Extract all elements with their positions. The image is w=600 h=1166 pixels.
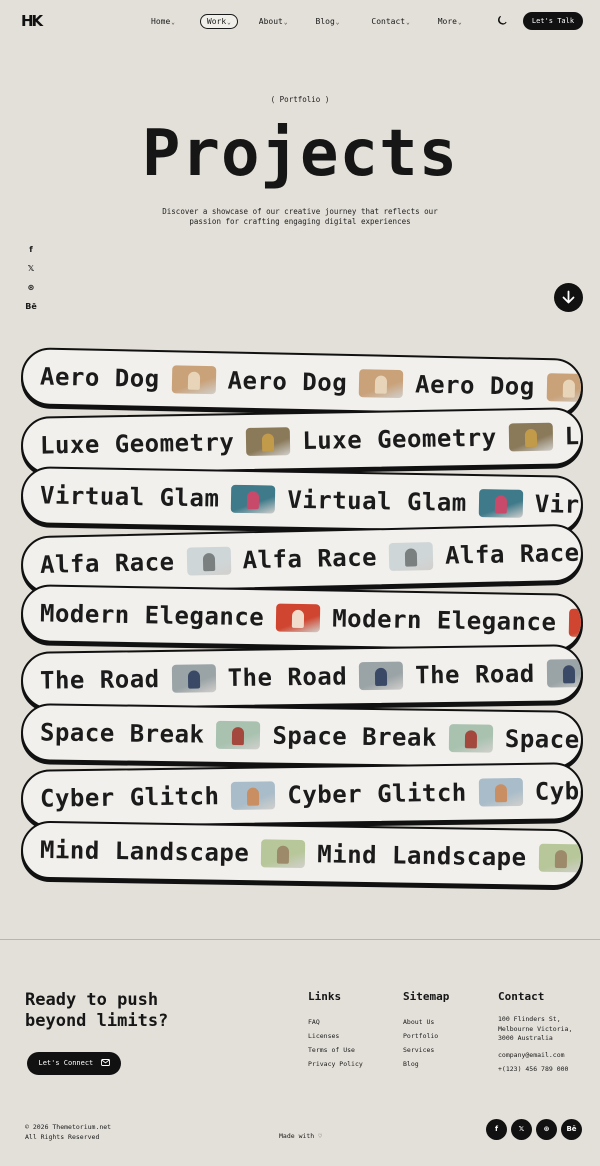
project-pill[interactable]: Alfa RaceAlfa RaceAlfa RaceAlfa Race — [20, 523, 584, 595]
footer-headline: Ready to push beyond limits? — [25, 990, 169, 1031]
project-title: Virtual Glam — [39, 481, 220, 513]
footer-contact-column: Contact 100 Flinders St, Melbourne Victo… — [498, 990, 578, 1076]
project-pill[interactable]: Cyber GlitchCyber GlitchCyber GlitchCybe… — [20, 762, 584, 828]
project-thumbnail — [171, 365, 216, 395]
project-marquee-track: Luxe GeometryLuxe GeometryLuxe GeometryL… — [40, 407, 584, 472]
footer-links-column: Links FAQ Licenses Terms of Use Privacy … — [308, 990, 363, 1071]
footer-link-terms[interactable]: Terms of Use — [308, 1043, 363, 1057]
project-thumbnail — [388, 542, 434, 572]
project-title: The Road — [414, 659, 535, 690]
footer-link-blog[interactable]: Blog — [403, 1057, 449, 1071]
footer-divider — [0, 939, 600, 940]
project-marquee-track: Aero DogAero DogAero DogAero Dog — [39, 350, 584, 417]
project-title: Luxe Geometry — [564, 419, 584, 451]
copyright-line-1: © 2026 Themetorium.net — [25, 1123, 112, 1131]
project-title: Cyber Glitch — [534, 775, 584, 806]
project-thumbnail — [478, 489, 523, 518]
project-marquee-track: Virtual GlamVirtual GlamVirtual GlamVirt… — [40, 468, 584, 533]
project-title: Cyber Glitch — [287, 778, 467, 810]
project-title: Alfa Race — [39, 547, 175, 579]
footer-phone[interactable]: +(123) 456 789 000 — [498, 1062, 578, 1076]
project-title: The Road — [227, 662, 348, 693]
project-pill[interactable]: Luxe GeometryLuxe GeometryLuxe GeometryL… — [20, 407, 584, 475]
project-thumbnail — [508, 422, 553, 452]
project-title: Aero Dog — [227, 366, 348, 397]
project-thumbnail — [276, 603, 321, 633]
project-thumbnail — [261, 839, 306, 869]
footer-link-about[interactable]: About Us — [403, 1015, 449, 1029]
project-thumbnail — [246, 427, 291, 456]
project-marquee-track: Alfa RaceAlfa RaceAlfa RaceAlfa Race — [39, 524, 583, 592]
footer-link-licenses[interactable]: Licenses — [308, 1029, 363, 1043]
projects-list: Aero DogAero DogAero DogAero DogLuxe Geo… — [0, 0, 600, 940]
project-marquee-track: Space BreakSpace BreakSpace BreakSpace B… — [40, 705, 584, 769]
project-title: Aero Dog — [39, 362, 160, 394]
lets-connect-button[interactable]: Let's Connect — [27, 1052, 121, 1075]
project-pill[interactable]: Aero DogAero DogAero DogAero Dog — [20, 347, 584, 417]
project-thumbnail — [186, 546, 231, 576]
footer-sitemap-column: Sitemap About Us Portfolio Services Blog — [403, 990, 449, 1071]
project-title: Mind Landscape — [317, 840, 527, 872]
behance-icon[interactable]: Bē — [561, 1119, 582, 1140]
footer-contact-title: Contact — [498, 990, 545, 1003]
mail-icon — [100, 1058, 110, 1066]
project-title: The Road — [39, 664, 160, 695]
project-title: Cyber Glitch — [39, 782, 220, 813]
footer-link-portfolio[interactable]: Portfolio — [403, 1029, 449, 1043]
project-title: Luxe Geometry — [39, 428, 235, 460]
facebook-icon[interactable]: f — [486, 1119, 507, 1140]
project-title: Space Break — [39, 718, 205, 749]
project-pill[interactable]: Virtual GlamVirtual GlamVirtual GlamVirt… — [20, 466, 584, 534]
project-marquee-track: Mind LandscapeMind LandscapeMind Landsca… — [40, 823, 584, 888]
footer-address: 100 Flinders St, Melbourne Victoria, 300… — [498, 1015, 573, 1042]
footer-sitemap-title: Sitemap — [403, 990, 450, 1003]
project-title: Virtual Glam — [287, 485, 468, 517]
project-title: Alfa Race — [444, 538, 580, 570]
project-pill[interactable]: The RoadThe RoadThe RoadThe Road — [20, 644, 584, 710]
lets-connect-label: Let's Connect — [38, 1059, 94, 1067]
copyright-line-2: All Rights Reserved — [25, 1133, 100, 1141]
made-with-text: Made with ♡ — [279, 1132, 323, 1140]
project-thumbnail — [231, 484, 276, 514]
footer-social-links: f 𝕏 ⊛ Bē — [486, 1119, 582, 1140]
footer-email[interactable]: company@email.com — [498, 1048, 578, 1062]
x-icon[interactable]: 𝕏 — [511, 1119, 532, 1140]
project-thumbnail — [538, 843, 583, 873]
footer-links-title: Links — [308, 990, 342, 1003]
project-title: Alfa Race — [242, 543, 378, 575]
project-pill[interactable]: Space BreakSpace BreakSpace BreakSpace B… — [20, 703, 584, 769]
project-title: Mind Landscape — [39, 835, 250, 868]
project-marquee-track: The RoadThe RoadThe RoadThe Road — [40, 644, 584, 708]
project-marquee-track: Cyber GlitchCyber GlitchCyber GlitchCybe… — [40, 762, 584, 826]
project-thumbnail — [546, 658, 584, 688]
project-thumbnail — [358, 661, 404, 691]
project-thumbnail — [358, 369, 404, 399]
project-thumbnail — [231, 781, 276, 810]
project-thumbnail — [216, 720, 261, 750]
project-title: Modern Elegance — [39, 599, 265, 632]
project-thumbnail — [171, 664, 216, 693]
project-title: Space Break — [504, 724, 584, 755]
project-title: Aero Dog — [414, 370, 536, 401]
copyright: © 2026 Themetorium.net All Rights Reserv… — [25, 1122, 111, 1142]
project-thumbnail — [546, 373, 584, 403]
project-title: Modern Elegance — [332, 604, 557, 637]
project-pill[interactable]: Modern EleganceModern EleganceModern Ele… — [20, 584, 584, 652]
project-thumbnail — [568, 608, 584, 638]
footer-link-faq[interactable]: FAQ — [308, 1015, 363, 1029]
project-thumbnail — [448, 724, 494, 753]
dribbble-icon[interactable]: ⊛ — [536, 1119, 557, 1140]
project-title: Luxe Geometry — [302, 423, 497, 455]
project-title: Space Break — [272, 721, 438, 752]
footer-link-services[interactable]: Services — [403, 1043, 449, 1057]
project-pill[interactable]: Mind LandscapeMind LandscapeMind Landsca… — [20, 820, 584, 888]
project-marquee-track: Modern EleganceModern EleganceModern Ele… — [40, 586, 584, 651]
project-title: Virtual Glam — [534, 490, 584, 521]
footer-link-privacy[interactable]: Privacy Policy — [308, 1057, 363, 1071]
project-thumbnail — [478, 777, 523, 807]
